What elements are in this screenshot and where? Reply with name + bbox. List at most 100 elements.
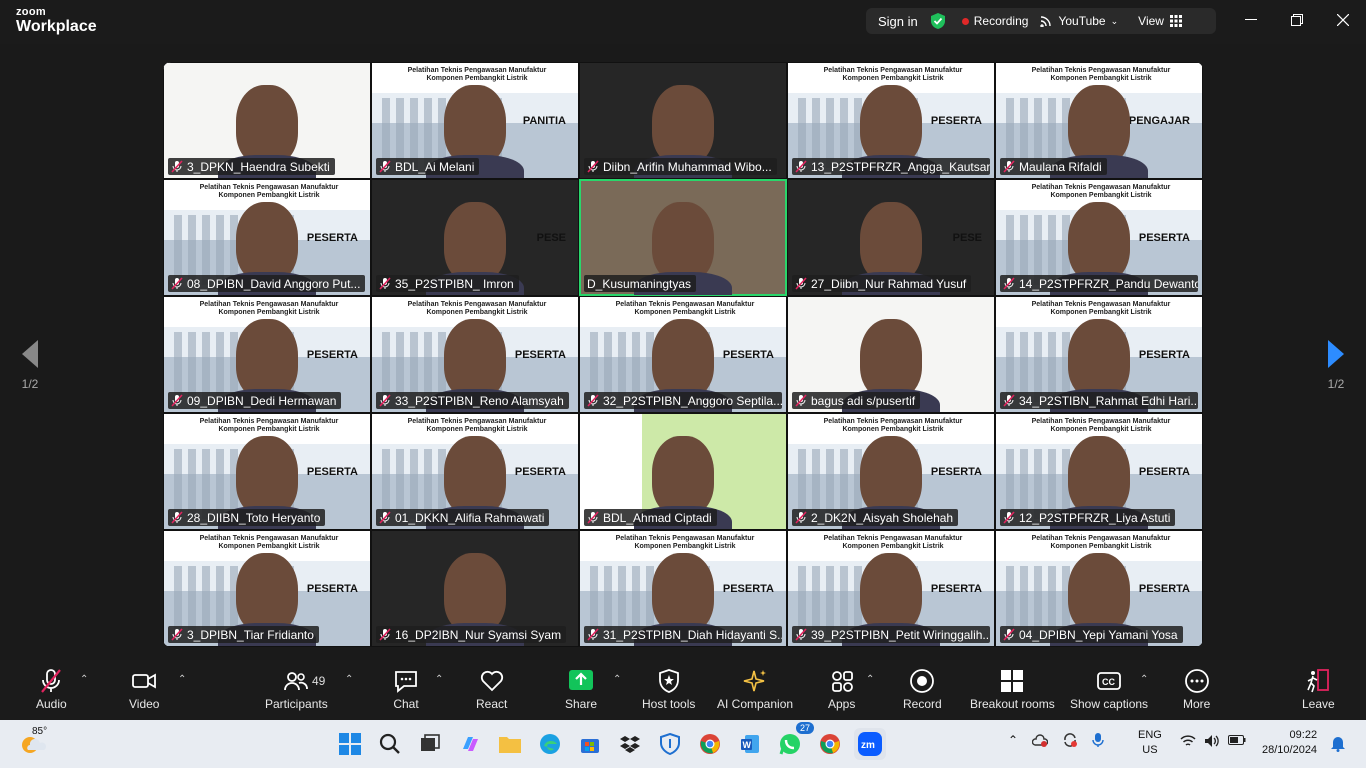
view-label: View	[1138, 14, 1164, 28]
show-captions-button[interactable]: CC Show captions	[1070, 668, 1148, 711]
participant-tile[interactable]: bagus adi s/pusertif	[787, 296, 995, 413]
search-button[interactable]	[374, 728, 406, 760]
recording-indicator[interactable]: Recording	[961, 14, 1028, 28]
security-button[interactable]	[654, 728, 686, 760]
next-page-button[interactable]: 1/2	[1316, 340, 1356, 391]
participant-name: 09_DPIBN_Dedi Hermawan	[187, 393, 337, 408]
participant-tile[interactable]: PESE 35_P2STPIBN_ Imron	[371, 179, 579, 296]
record-button[interactable]: Record	[903, 668, 942, 711]
participant-tile[interactable]: Pelatihan Teknis Pengawasan Manufaktur K…	[371, 62, 579, 179]
participant-tile[interactable]: Pelatihan Teknis Pengawasan Manufaktur K…	[371, 413, 579, 530]
participant-tile[interactable]: Pelatihan Teknis Pengawasan Manufaktur K…	[995, 413, 1203, 530]
participant-nameplate: 3_DPKN_Haendra Subekti	[168, 158, 335, 175]
quick-settings[interactable]	[1180, 734, 1246, 748]
task-view-button[interactable]	[414, 728, 446, 760]
minimize-button[interactable]	[1228, 0, 1274, 40]
view-button[interactable]: View	[1138, 14, 1182, 28]
host-shield-icon	[658, 669, 679, 693]
share-options-caret[interactable]: ⌃	[613, 674, 621, 685]
whatsapp-button[interactable]: 27	[774, 722, 814, 760]
dropbox-button[interactable]	[614, 728, 646, 760]
show-hidden-icons-button[interactable]: ⌃	[1008, 733, 1018, 747]
participant-video	[426, 319, 524, 412]
participant-tile[interactable]: Pelatihan Teknis Pengawasan Manufaktur K…	[163, 296, 371, 413]
participant-name: 34_P2STIBN_Rahmat Edhi Hari...	[1019, 393, 1198, 408]
microphone-icon[interactable]	[1092, 732, 1104, 748]
participant-tile[interactable]: 16_DP2IBN_Nur Syamsi Syam	[371, 530, 579, 647]
video-options-caret[interactable]: ⌃	[178, 674, 186, 685]
mic-muted-icon	[1003, 160, 1015, 173]
participant-tile[interactable]: Pelatihan Teknis Pengawasan Manufaktur K…	[371, 296, 579, 413]
edge-button[interactable]	[534, 728, 566, 760]
participant-tile[interactable]: Pelatihan Teknis Pengawasan Manufaktur K…	[579, 530, 787, 647]
youtube-stream-button[interactable]: YouTube ⌄	[1040, 14, 1118, 28]
apps-options-caret[interactable]: ⌃	[866, 674, 874, 685]
previous-page-button[interactable]: 1/2	[10, 340, 50, 391]
audio-options-caret[interactable]: ⌃	[80, 674, 88, 685]
clock[interactable]: 09:22 28/10/2024	[1262, 728, 1317, 758]
ai-companion-button[interactable]: AI Companion	[717, 668, 793, 711]
store-button[interactable]	[574, 728, 606, 760]
language-indicator[interactable]: ENG US	[1138, 728, 1162, 758]
more-label: More	[1183, 697, 1211, 711]
share-button[interactable]: Share	[565, 668, 597, 711]
zoom-taskbar-button[interactable]: zm	[854, 728, 886, 760]
participant-tile[interactable]: Pelatihan Teknis Pengawasan Manufaktur K…	[163, 179, 371, 296]
participant-tile[interactable]: Pelatihan Teknis Pengawasan Manufaktur K…	[787, 413, 995, 530]
clock-time: 09:22	[1289, 729, 1318, 741]
captions-options-caret[interactable]: ⌃	[1140, 674, 1148, 685]
more-button[interactable]: More	[1183, 668, 1210, 711]
audio-button[interactable]: Audio	[36, 668, 67, 711]
react-button[interactable]: React	[476, 668, 507, 711]
sign-in-button[interactable]: Sign in	[866, 14, 930, 29]
slide-header-text: Pelatihan Teknis Pengawasan Manufaktur K…	[1031, 301, 1171, 316]
participant-tile[interactable]: Pelatihan Teknis Pengawasan Manufaktur K…	[787, 62, 995, 179]
participant-tile[interactable]: Pelatihan Teknis Pengawasan Manufaktur K…	[163, 530, 371, 647]
participant-tile[interactable]: Pelatihan Teknis Pengawasan Manufaktur K…	[579, 296, 787, 413]
record-dot-icon	[961, 17, 969, 25]
participant-tile[interactable]: Pelatihan Teknis Pengawasan Manufaktur K…	[995, 179, 1203, 296]
apps-button[interactable]: Apps	[828, 668, 855, 711]
participant-tile[interactable]: 3_DPKN_Haendra Subekti	[163, 62, 371, 179]
language-region: US	[1142, 743, 1158, 756]
cloud-icon[interactable]	[1032, 733, 1049, 747]
chrome-button[interactable]	[694, 728, 726, 760]
participant-tile[interactable]: Pelatihan Teknis Pengawasan Manufaktur K…	[995, 530, 1203, 647]
start-button[interactable]	[334, 728, 366, 760]
wifi-icon	[1180, 735, 1196, 746]
chrome-profile-button[interactable]	[814, 728, 846, 760]
word-button[interactable]: W	[734, 728, 766, 760]
copilot-button[interactable]	[454, 728, 486, 760]
participant-tile[interactable]: Pelatihan Teknis Pengawasan Manufaktur K…	[995, 296, 1203, 413]
shield-check-icon[interactable]	[930, 12, 946, 30]
file-explorer-button[interactable]	[494, 728, 526, 760]
participant-tile[interactable]: Pelatihan Teknis Pengawasan Manufaktur K…	[787, 530, 995, 647]
chat-options-caret[interactable]: ⌃	[435, 674, 443, 685]
heart-icon	[480, 670, 503, 692]
participant-tile[interactable]: Pelatihan Teknis Pengawasan Manufaktur K…	[163, 413, 371, 530]
participant-tile[interactable]: PESE 27_Diibn_Nur Rahmad Yusuf	[787, 179, 995, 296]
meeting-stage: 1/2 1/2 3_DPKN_Haendra Subekti Pelatihan …	[0, 44, 1366, 660]
participants-options-caret[interactable]: ⌃	[345, 674, 353, 685]
restore-button[interactable]	[1274, 0, 1320, 40]
participant-tile[interactable]: Diibn_Arifin Muhammad Wibo...	[579, 62, 787, 179]
participant-tile[interactable]: D_Kusumaningtyas	[579, 179, 787, 296]
record-label: Record	[903, 697, 942, 711]
chat-button[interactable]: Chat	[393, 668, 419, 711]
participant-tile[interactable]: Pelatihan Teknis Pengawasan Manufaktur K…	[995, 62, 1203, 179]
role-tag: PESE	[536, 232, 566, 244]
participant-nameplate: 14_P2STPFRZR_Pandu Dewanto	[1000, 275, 1198, 292]
participant-name: BDL_Ai Melani	[395, 159, 475, 174]
participant-video	[634, 553, 732, 646]
sync-icon[interactable]	[1062, 732, 1078, 748]
leave-button[interactable]: Leave	[1302, 668, 1335, 711]
host-tools-button[interactable]: Host tools	[642, 668, 695, 711]
video-button[interactable]: Video	[129, 668, 159, 711]
close-button[interactable]	[1320, 0, 1366, 40]
participants-count: 49	[312, 674, 326, 688]
notification-bell-icon[interactable]	[1330, 734, 1346, 752]
participant-tile[interactable]: BDL_Ahmad Ciptadi	[579, 413, 787, 530]
taskbar-apps: W 27 zm	[334, 722, 886, 760]
breakout-rooms-button[interactable]: Breakout rooms	[970, 668, 1055, 711]
participant-name: 35_P2STPIBN_ Imron	[395, 276, 514, 291]
